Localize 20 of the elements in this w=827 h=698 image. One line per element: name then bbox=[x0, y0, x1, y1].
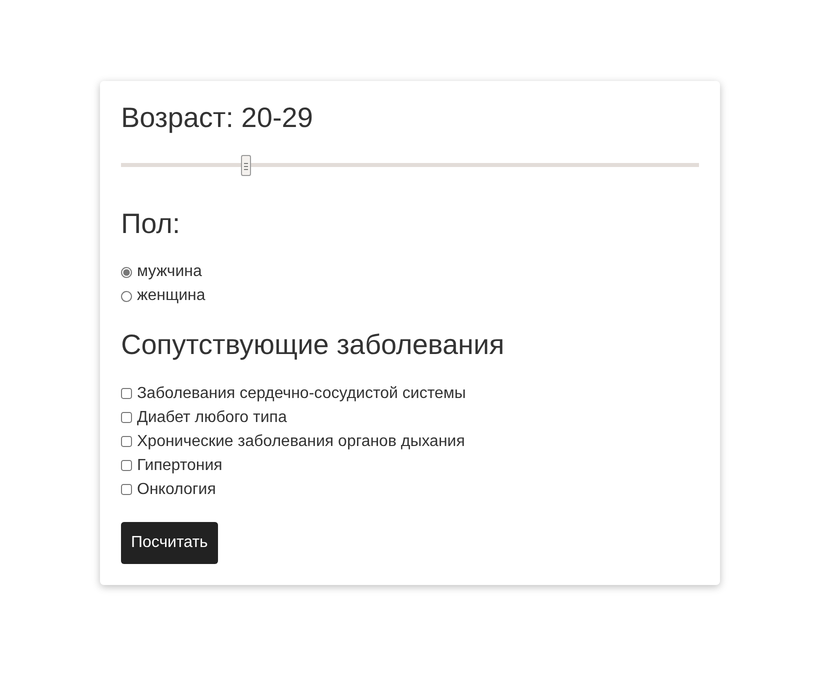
option-label: Диабет любого типа bbox=[137, 408, 287, 428]
sex-heading: Пол: bbox=[121, 206, 182, 240]
checkbox[interactable] bbox=[121, 436, 132, 448]
option-label: Онкология bbox=[137, 480, 216, 500]
checkbox[interactable] bbox=[121, 484, 132, 496]
slider-handle[interactable] bbox=[241, 154, 252, 176]
radio-button[interactable] bbox=[121, 266, 132, 278]
option-label: мужчина bbox=[137, 262, 202, 282]
checkbox[interactable] bbox=[121, 412, 132, 424]
option-label: Гипертония bbox=[137, 456, 222, 476]
option-label: Хронические заболевания органов дыхания bbox=[137, 432, 465, 452]
conditions-heading: Сопутствующие заболевания bbox=[121, 328, 506, 362]
calculate-button[interactable]: Посчитать bbox=[121, 522, 218, 564]
age-heading: Возраст: 20-29 bbox=[121, 101, 314, 135]
age-slider[interactable] bbox=[121, 154, 699, 176]
option-label: Заболевания сердечно-сосудистой системы bbox=[137, 384, 466, 404]
option-label: женщина bbox=[137, 286, 206, 306]
checkbox[interactable] bbox=[121, 460, 132, 472]
checkbox[interactable] bbox=[121, 388, 132, 400]
radio-button[interactable] bbox=[121, 290, 132, 302]
